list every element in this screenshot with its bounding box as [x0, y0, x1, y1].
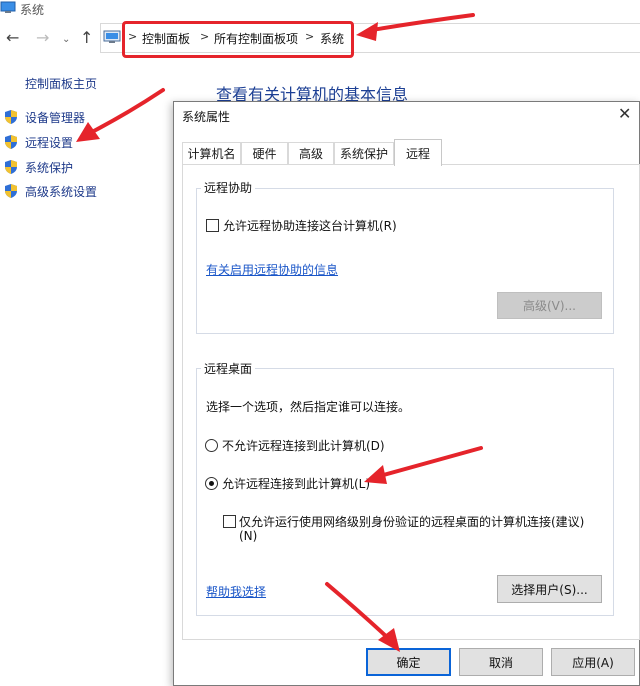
forward-arrow-icon[interactable]: →	[36, 28, 49, 48]
sidebar-item-remote-settings[interactable]: 远程设置	[3, 133, 73, 151]
remote-assistance-legend: 远程协助	[201, 179, 256, 196]
allow-remote-label: 允许远程连接到此计算机(L)	[222, 477, 371, 491]
allow-remote-radio[interactable]	[205, 477, 218, 490]
sidebar-item-label: 高级系统设置	[25, 184, 98, 199]
shield-icon	[5, 135, 17, 149]
back-arrow-icon[interactable]: ←	[6, 28, 19, 48]
advanced-button[interactable]: 高级(V)...	[497, 292, 602, 319]
sidebar-item-label: 远程设置	[25, 135, 74, 150]
tab-advanced[interactable]: 高级	[288, 142, 334, 164]
shield-icon	[5, 110, 17, 124]
sidebar-home-link[interactable]: 控制面板主页	[25, 75, 97, 92]
arrow-to-remote-settings	[76, 88, 165, 142]
ok-button[interactable]: 确定	[366, 648, 451, 676]
remote-desktop-legend: 远程桌面	[201, 360, 256, 377]
allow-remote-assistance-label: 允许远程协助连接这台计算机(R)	[223, 219, 397, 233]
shield-icon	[5, 184, 17, 198]
chevron-down-icon[interactable]: ⌄	[62, 30, 70, 50]
sidebar-item-label: 系统保护	[25, 160, 74, 175]
apply-button[interactable]: 应用(A)	[551, 648, 635, 676]
window-title: 系统	[20, 3, 45, 17]
control-panel-icon	[103, 30, 121, 43]
address-highlight-box	[122, 21, 354, 58]
deny-remote-label: 不允许远程连接到此计算机(D)	[222, 439, 385, 453]
nla-only-label-line1: 仅允许运行使用网络级别身份验证的远程桌面的计算机连接(建议)	[239, 515, 585, 529]
up-arrow-icon[interactable]: ↑	[80, 28, 93, 48]
dialog-title: 系统属性	[182, 110, 231, 124]
tab-hardware[interactable]: 硬件	[241, 142, 288, 164]
sidebar-item-label: 设备管理器	[25, 110, 86, 125]
sidebar-item-advanced-settings[interactable]: 高级系统设置	[3, 182, 97, 200]
close-icon[interactable]: ✕	[618, 104, 631, 124]
shield-icon	[5, 160, 17, 174]
sidebar-item-system-protection[interactable]: 系统保护	[3, 158, 73, 176]
deny-remote-radio[interactable]	[205, 439, 218, 452]
remote-assistance-info-link[interactable]: 有关启用远程协助的信息	[206, 261, 338, 278]
tab-computer-name[interactable]: 计算机名	[182, 142, 241, 164]
cancel-button[interactable]: 取消	[459, 648, 543, 676]
sidebar-item-device-manager[interactable]: 设备管理器	[3, 108, 85, 126]
remote-desktop-instruction: 选择一个选项，然后指定谁可以连接。	[206, 400, 411, 414]
computer-icon	[0, 1, 16, 13]
nla-only-checkbox[interactable]	[223, 515, 236, 528]
tab-remote[interactable]: 远程	[394, 139, 442, 166]
tab-system-protection[interactable]: 系统保护	[334, 142, 394, 164]
window-titlebar	[0, 0, 640, 20]
nla-only-label-line2: (N)	[239, 529, 258, 543]
select-users-button[interactable]: 选择用户(S)...	[497, 575, 602, 603]
help-me-choose-link[interactable]: 帮助我选择	[206, 583, 266, 600]
allow-remote-assistance-checkbox[interactable]	[206, 219, 219, 232]
